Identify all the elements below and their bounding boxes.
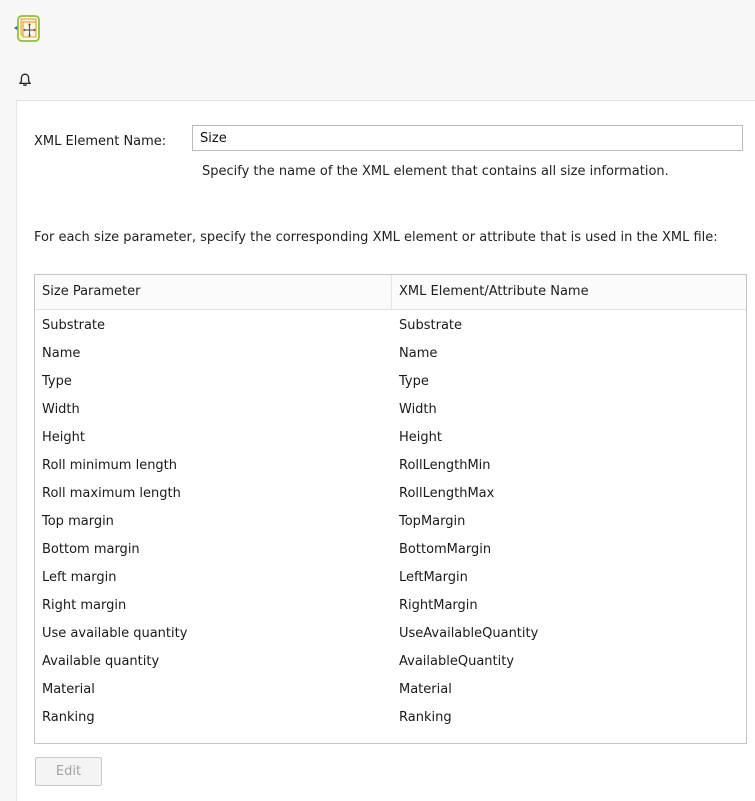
toolbar-area (0, 0, 755, 96)
table-header: Size Parameter XML Element/Attribute Nam… (35, 275, 746, 310)
table-row[interactable]: Roll maximum length RollLengthMax (35, 480, 746, 508)
table-row[interactable]: Use available quantity UseAvailableQuanti… (35, 620, 746, 648)
column-header-size-parameter[interactable]: Size Parameter (35, 275, 392, 309)
table-row[interactable]: Type Type (35, 368, 746, 396)
size-parameter-cell: Roll maximum length (42, 486, 181, 501)
mapping-instruction: For each size parameter, specify the cor… (34, 230, 718, 245)
xml-name-cell[interactable]: UseAvailableQuantity (392, 620, 746, 648)
table-row[interactable]: Right margin RightMargin (35, 592, 746, 620)
table-row[interactable]: Roll minimum length RollLengthMin (35, 452, 746, 480)
xml-name-cell[interactable]: RollLengthMin (392, 452, 746, 480)
xml-name-cell[interactable]: Ranking (392, 704, 746, 732)
xml-name-cell[interactable]: Substrate (392, 312, 746, 340)
table-row[interactable]: Substrate Substrate (35, 312, 746, 340)
xml-name-cell[interactable]: Height (392, 424, 746, 452)
element-name-input[interactable] (192, 125, 743, 151)
xml-name-cell[interactable]: Material (392, 676, 746, 704)
bell-icon[interactable] (18, 73, 32, 87)
size-parameter-cell: Substrate (42, 318, 106, 333)
size-parameter-cell: Ranking (42, 710, 95, 725)
table-row[interactable]: Ranking Ranking (35, 704, 746, 732)
table-body: Substrate Substrate Name Name Type Type Wid… (35, 310, 746, 732)
table-row[interactable]: Material Material (35, 676, 746, 704)
size-parameter-cell: Width (42, 402, 80, 417)
xml-name-cell[interactable]: RightMargin (392, 592, 746, 620)
table-row[interactable]: Height Height (35, 424, 746, 452)
size-parameter-cell: Type (42, 374, 72, 389)
xml-name-cell[interactable]: RollLengthMax (392, 480, 746, 508)
edit-button[interactable]: Edit (35, 757, 102, 786)
table-row[interactable]: Available quantity AvailableQuantity (35, 648, 746, 676)
size-parameter-cell: Top margin (42, 514, 114, 529)
xml-name-cell[interactable]: Width (392, 396, 746, 424)
size-parameter-cell: Material (42, 682, 95, 697)
size-parameter-cell: Name (42, 346, 81, 361)
settings-panel: XML Element Name: Specify the name of th… (16, 100, 755, 801)
size-parameter-cell: Available quantity (42, 654, 160, 669)
column-header-xml-name[interactable]: XML Element/Attribute Name (392, 275, 746, 309)
size-parameter-table[interactable]: Size Parameter XML Element/Attribute Nam… (34, 274, 747, 744)
xml-name-cell[interactable]: LeftMargin (392, 564, 746, 592)
table-row[interactable]: Width Width (35, 396, 746, 424)
xml-name-cell[interactable]: BottomMargin (392, 536, 746, 564)
size-parameter-cell: Bottom margin (42, 542, 140, 557)
size-parameter-cell: Height (42, 430, 85, 445)
element-name-label: XML Element Name: (34, 134, 167, 149)
size-parameter-cell: Right margin (42, 598, 127, 613)
table-row[interactable]: Left margin LeftMargin (35, 564, 746, 592)
element-name-hint: Specify the name of the XML element that… (202, 164, 669, 179)
move-node-icon[interactable] (14, 15, 40, 43)
table-row[interactable]: Bottom margin BottomMargin (35, 536, 746, 564)
table-row[interactable]: Name Name (35, 340, 746, 368)
xml-name-cell[interactable]: TopMargin (392, 508, 746, 536)
xml-name-cell[interactable]: AvailableQuantity (392, 648, 746, 676)
xml-name-cell[interactable]: Name (392, 340, 746, 368)
xml-name-cell[interactable]: Type (392, 368, 746, 396)
size-parameter-cell: Left margin (42, 570, 117, 585)
table-row[interactable]: Top margin TopMargin (35, 508, 746, 536)
size-parameter-cell: Use available quantity (42, 626, 188, 641)
size-parameter-cell: Roll minimum length (42, 458, 178, 473)
